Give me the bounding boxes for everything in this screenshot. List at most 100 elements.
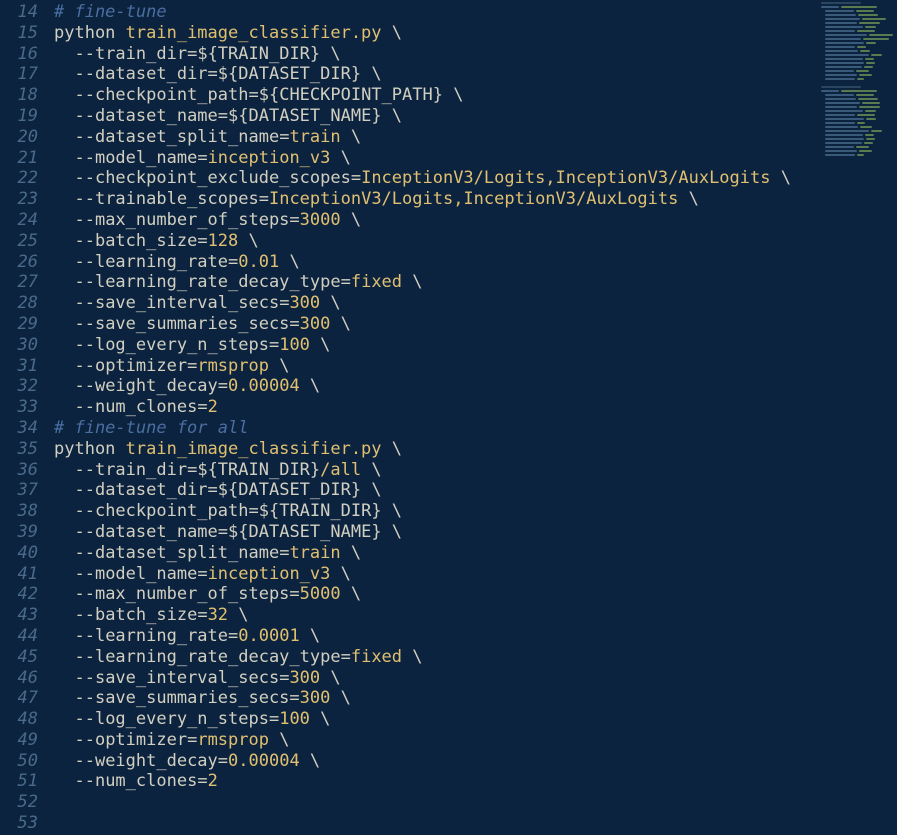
line-number: 27 — [0, 272, 48, 293]
line-number: 52 — [0, 792, 48, 813]
minimap-row — [821, 46, 893, 49]
code-line[interactable]: --optimizer=rmsprop \ — [54, 356, 897, 377]
line-number: 18 — [0, 85, 48, 106]
line-number: 46 — [0, 668, 48, 689]
line-number: 32 — [0, 376, 48, 397]
line-number: 19 — [0, 106, 48, 127]
code-line[interactable]: --train_dir=${TRAIN_DIR} \ — [54, 44, 897, 65]
code-line[interactable]: --train_dir=${TRAIN_DIR}/all \ — [54, 460, 897, 481]
line-number: 42 — [0, 584, 48, 605]
code-line[interactable]: --batch_size=128 \ — [54, 231, 897, 252]
minimap-row — [821, 146, 893, 149]
line-number: 47 — [0, 688, 48, 709]
code-line[interactable]: --save_interval_secs=300 \ — [54, 668, 897, 689]
line-number: 44 — [0, 626, 48, 647]
minimap-row — [821, 82, 893, 85]
minimap-row — [821, 74, 893, 77]
line-number: 20 — [0, 127, 48, 148]
minimap-row — [821, 94, 893, 97]
line-number: 21 — [0, 148, 48, 169]
code-line[interactable]: --learning_rate=0.01 \ — [54, 252, 897, 273]
code-line[interactable]: --weight_decay=0.00004 \ — [54, 376, 897, 397]
code-line[interactable]: --dataset_dir=${DATASET_DIR} \ — [54, 480, 897, 501]
code-line[interactable]: --learning_rate_decay_type=fixed \ — [54, 647, 897, 668]
code-line[interactable]: --model_name=inception_v3 \ — [54, 564, 897, 585]
minimap-row — [821, 150, 893, 153]
code-line[interactable]: --learning_rate_decay_type=fixed \ — [54, 272, 897, 293]
line-number: 25 — [0, 231, 48, 252]
line-number: 34 — [0, 418, 48, 439]
code-line[interactable]: # fine-tune for all — [54, 418, 897, 439]
line-number: 51 — [0, 771, 48, 792]
minimap-row — [821, 90, 893, 93]
minimap-row — [821, 34, 893, 37]
code-line[interactable]: --dataset_dir=${DATASET_DIR} \ — [54, 64, 897, 85]
code-line[interactable]: python train_image_classifier.py \ — [54, 23, 897, 44]
code-line[interactable]: python train_image_classifier.py \ — [54, 439, 897, 460]
code-line[interactable]: --model_name=inception_v3 \ — [54, 148, 897, 169]
minimap-row — [821, 102, 893, 105]
code-line[interactable]: --checkpoint_path=${TRAIN_DIR} \ — [54, 501, 897, 522]
minimap-row — [821, 70, 893, 73]
code-line[interactable]: --checkpoint_exclude_scopes=InceptionV3/… — [54, 168, 897, 189]
gutter: 1415161718192021222324252627282930313233… — [0, 0, 48, 835]
line-number: 14 — [0, 2, 48, 23]
line-number: 29 — [0, 314, 48, 335]
minimap-row — [821, 122, 893, 125]
minimap-row — [821, 26, 893, 29]
line-number: 40 — [0, 543, 48, 564]
line-number: 31 — [0, 356, 48, 377]
line-number: 37 — [0, 480, 48, 501]
line-number: 38 — [0, 501, 48, 522]
minimap-row — [821, 30, 893, 33]
minimap-row — [821, 6, 893, 9]
code-area[interactable]: # fine-tunepython train_image_classifier… — [48, 0, 897, 835]
code-line[interactable]: --save_summaries_secs=300 \ — [54, 688, 897, 709]
code-line[interactable]: --num_clones=2 — [54, 397, 897, 418]
code-line[interactable]: --dataset_name=${DATASET_NAME} \ — [54, 106, 897, 127]
code-line[interactable]: --batch_size=32 \ — [54, 605, 897, 626]
code-line[interactable]: --save_interval_secs=300 \ — [54, 293, 897, 314]
minimap-row — [821, 134, 893, 137]
code-line[interactable]: --save_summaries_secs=300 \ — [54, 314, 897, 335]
minimap-row — [821, 98, 893, 101]
code-line[interactable]: --checkpoint_path=${CHECKPOINT_PATH} \ — [54, 85, 897, 106]
code-line[interactable]: --dataset_name=${DATASET_NAME} \ — [54, 522, 897, 543]
minimap-row — [821, 18, 893, 21]
line-number: 23 — [0, 189, 48, 210]
code-line[interactable]: --weight_decay=0.00004 \ — [54, 751, 897, 772]
line-number: 49 — [0, 730, 48, 751]
line-number: 16 — [0, 44, 48, 65]
line-number: 22 — [0, 168, 48, 189]
minimap-row — [821, 142, 893, 145]
code-line[interactable]: # fine-tune — [54, 2, 897, 23]
code-line[interactable]: --trainable_scopes=InceptionV3/Logits,In… — [54, 189, 897, 210]
minimap-row — [821, 10, 893, 13]
code-line[interactable]: --num_clones=2 — [54, 771, 897, 792]
code-editor[interactable]: 1415161718192021222324252627282930313233… — [0, 0, 897, 835]
line-number: 50 — [0, 751, 48, 772]
minimap-row — [821, 78, 893, 81]
code-line[interactable]: --dataset_split_name=train \ — [54, 543, 897, 564]
code-line[interactable]: --dataset_split_name=train \ — [54, 127, 897, 148]
code-line[interactable]: --log_every_n_steps=100 \ — [54, 709, 897, 730]
minimap-row — [821, 138, 893, 141]
line-number: 15 — [0, 23, 48, 44]
minimap-row — [821, 54, 893, 57]
code-line[interactable]: --max_number_of_steps=5000 \ — [54, 584, 897, 605]
minimap-row — [821, 154, 893, 157]
line-number: 26 — [0, 252, 48, 273]
line-number: 41 — [0, 564, 48, 585]
line-number: 43 — [0, 605, 48, 626]
minimap[interactable] — [817, 0, 897, 835]
code-line[interactable]: --learning_rate=0.0001 \ — [54, 626, 897, 647]
minimap-row — [821, 158, 893, 161]
minimap-row — [821, 22, 893, 25]
code-line[interactable]: --max_number_of_steps=3000 \ — [54, 210, 897, 231]
line-number: 30 — [0, 335, 48, 356]
line-number: 45 — [0, 647, 48, 668]
minimap-row — [821, 114, 893, 117]
minimap-row — [821, 110, 893, 113]
code-line[interactable]: --log_every_n_steps=100 \ — [54, 335, 897, 356]
code-line[interactable]: --optimizer=rmsprop \ — [54, 730, 897, 751]
